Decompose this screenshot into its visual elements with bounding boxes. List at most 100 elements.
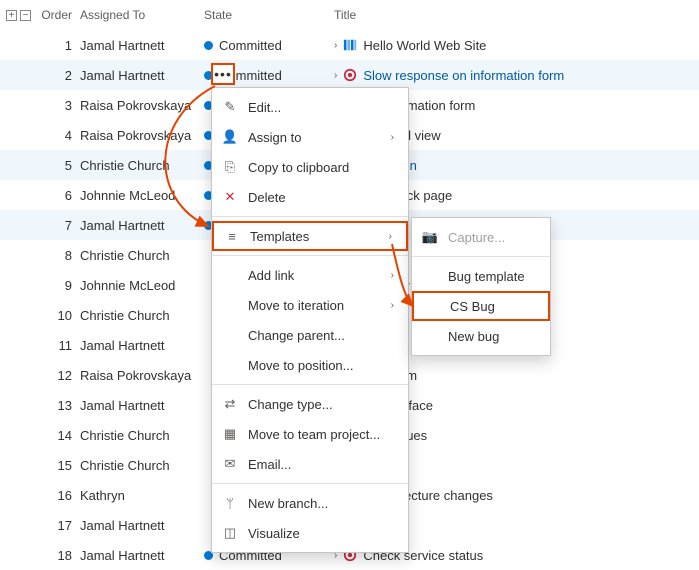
col-header-order[interactable]: Order [36,8,80,22]
menu-item-label: Change parent... [248,328,394,343]
menu-item-icon: ᛘ [222,496,238,511]
menu-item-label: Bug template [448,269,536,284]
menu-item-move-to-team-project[interactable]: ▦Move to team project... [212,419,408,449]
cell-assigned: Jamal Hartnett [80,548,204,563]
menu-item-label: New bug [448,329,536,344]
cell-order: 7 [36,218,80,233]
cell-assigned: Johnnie McLeod [80,278,204,293]
menu-item-label: Move to iteration [248,298,381,313]
menu-separator [212,384,408,385]
menu-item-icon: ⎘ [222,159,238,175]
cell-order: 9 [36,278,80,293]
menu-item-label: Email... [248,457,394,472]
menu-item-icon: 📷 [422,229,438,245]
menu-item-icon: 👤 [222,129,238,145]
menu-separator [412,256,550,257]
menu-item-label: Assign to [248,130,381,145]
cell-title[interactable]: ›Hello World Web Site [334,38,699,53]
bug-icon [343,68,357,82]
menu-item-edit[interactable]: ✎ Edit... [212,92,408,122]
cell-assigned: Jamal Hartnett [80,338,204,353]
cell-assigned: Raisa Pokrovskaya [80,98,204,113]
menu-item-copy-to-clipboard[interactable]: ⎘ Copy to clipboard [212,152,408,182]
cell-assigned: Raisa Pokrovskaya [80,368,204,383]
menu-item-move-to-iteration[interactable]: Move to iteration › [212,290,408,320]
expand-all-icon[interactable] [6,10,17,21]
menu-item-delete[interactable]: ✕Delete [212,182,408,212]
menu-item-label: Capture... [448,230,536,245]
menu-item-icon: ◫ [222,525,238,541]
menu-item-assign-to[interactable]: 👤 Assign to › [212,122,408,152]
menu-item-label: CS Bug [450,299,534,314]
menu-item-label: New branch... [248,496,394,511]
cell-order: 8 [36,248,80,263]
cell-order: 6 [36,188,80,203]
cell-assigned: Christie Church [80,308,204,323]
table-row[interactable]: 1Jamal HartnettCommitted›Hello World Web… [0,30,699,60]
cell-assigned: Johnnie McLeod [80,188,204,203]
expand-collapse-header[interactable] [0,10,36,21]
col-header-title[interactable]: Title [334,8,699,22]
menu-item-label: Visualize [248,526,394,541]
cell-assigned: Jamal Hartnett [80,38,204,53]
chevron-right-icon: › [391,132,394,143]
menu-item-icon: ✉ [222,456,238,472]
menu-separator [212,255,408,256]
menu-item-add-link[interactable]: Add link› [212,260,408,290]
menu-item-label: Copy to clipboard [248,160,394,175]
state-dot-icon [204,41,213,50]
menu-item-change-type[interactable]: ⇄ Change type... [212,389,408,419]
more-actions-button[interactable]: ••• [211,63,235,85]
cell-state: Committed [204,38,334,53]
cell-order: 15 [36,458,80,473]
menu-item-change-parent[interactable]: Change parent... [212,320,408,350]
chevron-right-icon: › [334,70,337,81]
menu-item-cs-bug[interactable]: CS Bug [412,291,550,321]
menu-item-label: Templates [250,229,379,244]
menu-item-templates[interactable]: ≡Templates› [212,221,408,251]
cell-order: 1 [36,38,80,53]
cell-order: 14 [36,428,80,443]
menu-item-icon: ≡ [224,229,240,244]
cell-assigned: Jamal Hartnett [80,518,204,533]
chevron-right-icon: › [391,270,394,281]
cell-order: 12 [36,368,80,383]
cell-title[interactable]: ›Slow response on information form [334,68,699,83]
grid-header: Order Assigned To State Title [0,0,699,30]
menu-item-capture[interactable]: 📷 Capture... [412,222,550,252]
ellipsis-icon: ••• [214,67,232,81]
menu-item-icon: ⇄ [222,396,238,412]
menu-item-icon: ✕ [222,189,238,205]
chevron-right-icon: › [334,40,337,51]
collapse-all-icon[interactable] [20,10,31,21]
col-header-state[interactable]: State [204,8,334,22]
menu-separator [212,216,408,217]
menu-item-move-to-position[interactable]: Move to position... [212,350,408,380]
cell-assigned: Raisa Pokrovskaya [80,128,204,143]
context-menu: ✎ Edit... 👤 Assign to › ⎘ Copy to clipboard ✕De… [211,87,409,553]
menu-item-label: Edit... [248,100,394,115]
menu-item-new-bug[interactable]: New bug [412,321,550,351]
menu-item-icon: ▦ [222,426,238,442]
cell-order: 3 [36,98,80,113]
menu-item-new-branch[interactable]: ᛘ New branch... [212,488,408,518]
chevron-right-icon: › [391,300,394,311]
cell-assigned: Christie Church [80,458,204,473]
cell-assigned: Christie Church [80,248,204,263]
menu-item-visualize[interactable]: ◫ Visualize [212,518,408,548]
cell-assigned: Jamal Hartnett [80,218,204,233]
cell-assigned: Christie Church [80,428,204,443]
col-header-assigned[interactable]: Assigned To [80,8,204,22]
cell-order: 10 [36,308,80,323]
cell-order: 13 [36,398,80,413]
cell-order: 2 [36,68,80,83]
menu-item-bug-template[interactable]: Bug template [412,261,550,291]
menu-item-email[interactable]: ✉ Email... [212,449,408,479]
menu-separator [212,483,408,484]
menu-item-icon: ✎ [222,99,238,115]
cell-assigned: Christie Church [80,158,204,173]
menu-item-label: Change type... [248,397,394,412]
menu-item-label: Move to position... [248,358,394,373]
cell-order: 18 [36,548,80,563]
table-row[interactable]: 2Jamal HartnettCommitted›Slow response o… [0,60,699,90]
